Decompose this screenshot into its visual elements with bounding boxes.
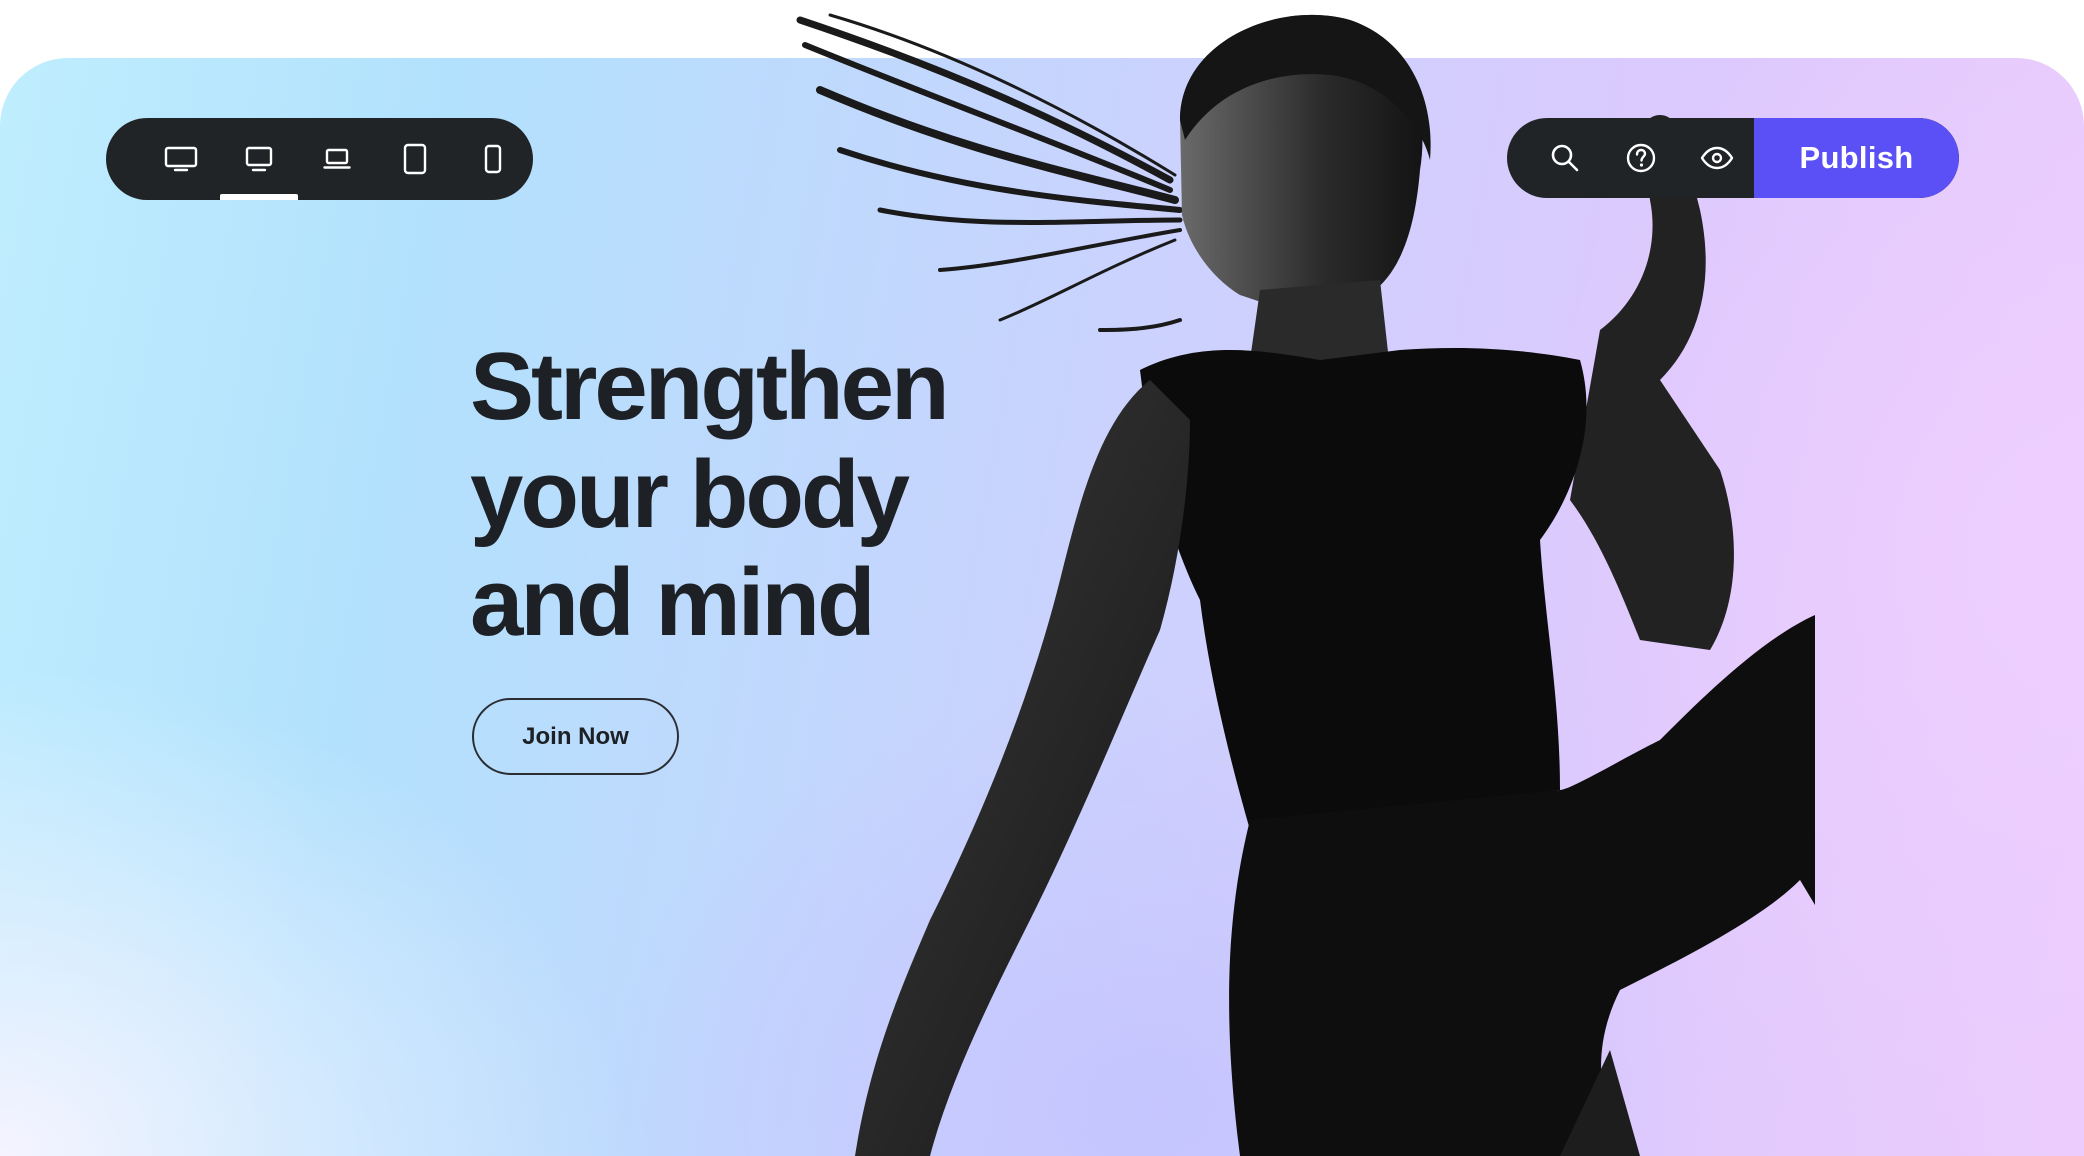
headline-line-1: Strengthen [470, 333, 950, 440]
desktop-large-button[interactable] [142, 118, 220, 200]
mobile-icon [484, 144, 502, 174]
desktop-icon [245, 146, 273, 172]
desktop-button[interactable] [220, 118, 298, 200]
tablet-icon [403, 143, 427, 175]
hero-canvas [0, 58, 2084, 1156]
headline-line-3: and mind [470, 549, 876, 656]
laptop-button[interactable] [298, 118, 376, 200]
join-now-button[interactable]: Join Now [472, 698, 679, 775]
mobile-button[interactable] [454, 118, 532, 200]
device-toolbar [106, 118, 533, 200]
hero-headline: Strengthen your body and mind [470, 333, 1030, 657]
desktop-large-icon [164, 146, 198, 172]
tablet-button[interactable] [376, 118, 454, 200]
action-icons [1507, 118, 1755, 198]
headline-line-2: your body [470, 441, 910, 548]
page: Publish Strengthen your body and mind Jo… [0, 0, 2084, 1156]
preview-eye-icon [1700, 146, 1734, 170]
preview-button[interactable] [1679, 118, 1755, 198]
publish-button[interactable]: Publish [1754, 118, 1959, 198]
action-toolbar: Publish [1507, 118, 1959, 198]
laptop-icon [323, 148, 351, 169]
search-icon [1551, 144, 1579, 172]
search-button[interactable] [1527, 118, 1603, 198]
help-icon [1626, 143, 1656, 173]
help-button[interactable] [1603, 118, 1679, 198]
